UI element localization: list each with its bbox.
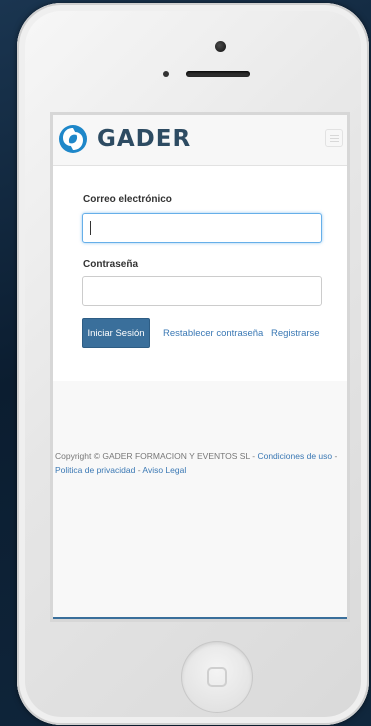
copyright-text: Copyright © GADER FORMACION Y EVENTOS SL…: [55, 451, 258, 461]
hamburger-menu-icon[interactable]: [325, 129, 343, 147]
login-form: Correo electrónico Contraseña Iniciar Se…: [53, 166, 347, 381]
password-field[interactable]: [82, 276, 322, 306]
earpiece-speaker: [186, 71, 250, 77]
home-square-icon: [207, 667, 227, 687]
footer-separator: -: [332, 451, 338, 461]
proximity-sensor: [163, 71, 169, 77]
login-button[interactable]: Iniciar Sesión: [82, 318, 150, 348]
footer-divider: [53, 617, 347, 619]
brand-name: GADER: [97, 126, 192, 152]
text-caret: [90, 221, 91, 235]
reset-password-link[interactable]: Restablecer contraseña: [163, 328, 263, 339]
navbar: GADER: [53, 115, 347, 166]
gader-logo-icon: [59, 125, 87, 153]
home-button[interactable]: [181, 641, 253, 713]
privacy-link[interactable]: Politica de privacidad: [55, 465, 135, 475]
terms-link[interactable]: Condiciones de uso: [257, 451, 332, 461]
password-label: Contraseña: [83, 259, 139, 270]
phone-screen: GADER Correo electrónico Contraseña Inic…: [50, 112, 350, 622]
email-label: Correo electrónico: [83, 194, 172, 205]
email-field[interactable]: [82, 213, 322, 243]
legal-link[interactable]: Aviso Legal: [142, 465, 186, 475]
front-camera: [215, 41, 226, 52]
register-link[interactable]: Registrarse: [271, 328, 320, 339]
footer: Copyright © GADER FORMACION Y EVENTOS SL…: [55, 450, 345, 477]
